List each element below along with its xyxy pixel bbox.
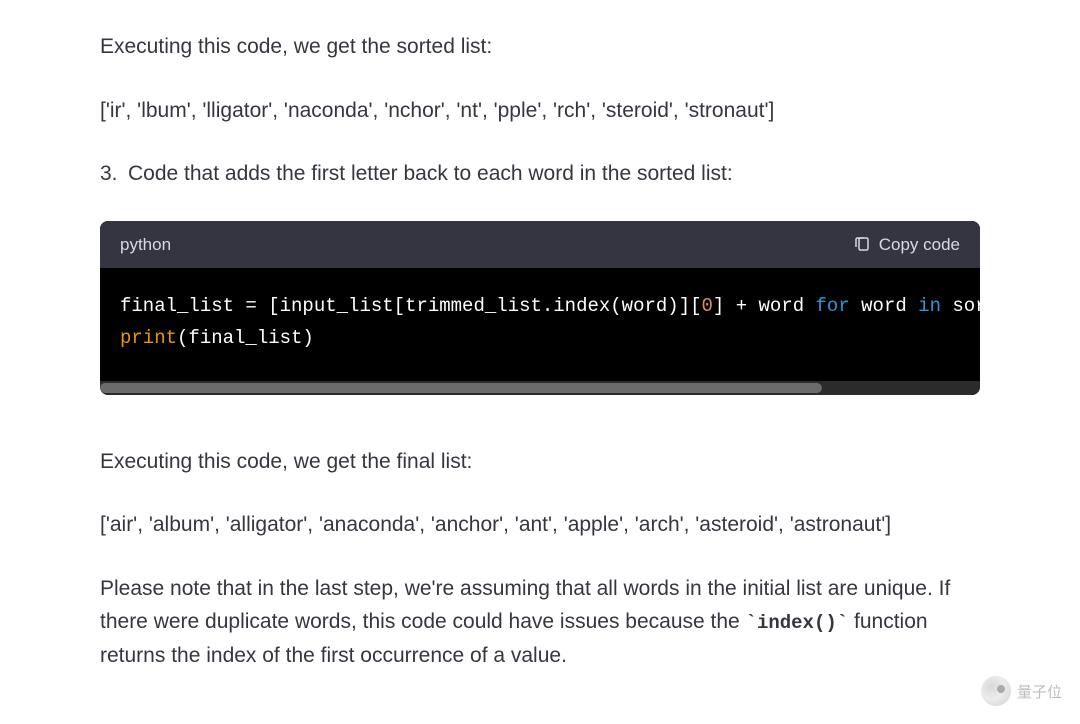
clipboard-icon bbox=[853, 235, 871, 253]
code-number: 0 bbox=[702, 295, 713, 317]
intro-text: Executing this code, we get the sorted l… bbox=[100, 30, 980, 64]
final-list-output: ['air', 'album', 'alligator', 'anaconda'… bbox=[100, 508, 980, 542]
code-keyword: in bbox=[918, 295, 941, 317]
article-content: Executing this code, we get the sorted l… bbox=[0, 0, 1080, 724]
after-code-text: Executing this code, we get the final li… bbox=[100, 445, 980, 479]
code-keyword: for bbox=[816, 295, 850, 317]
sorted-list-output: ['ir', 'lbum', 'lligator', 'naconda', 'n… bbox=[100, 94, 980, 128]
code-block: python Copy code final_list = [input_lis… bbox=[100, 221, 980, 395]
code-text: (final_list) bbox=[177, 327, 314, 349]
code-header: python Copy code bbox=[100, 221, 980, 268]
note-paragraph: Please note that in the last step, we're… bbox=[100, 572, 980, 673]
watermark-text: 量子位 bbox=[1017, 681, 1062, 702]
step-3: 3. Code that adds the first letter back … bbox=[100, 157, 980, 191]
horizontal-scrollbar[interactable] bbox=[100, 381, 980, 395]
code-language-label: python bbox=[120, 231, 171, 258]
code-body[interactable]: final_list = [input_list[trimmed_list.in… bbox=[100, 268, 980, 381]
step-description: Code that adds the first letter back to … bbox=[128, 157, 733, 191]
inline-code-index: `index()` bbox=[746, 612, 849, 634]
scrollbar-thumb[interactable] bbox=[100, 383, 822, 393]
code-function: print bbox=[120, 327, 177, 349]
copy-code-label: Copy code bbox=[879, 231, 960, 258]
watermark: 量子位 bbox=[981, 676, 1062, 706]
code-text: ] + word bbox=[713, 295, 816, 317]
watermark-logo-icon bbox=[981, 676, 1011, 706]
code-text: final_list = [input_list[trimmed_list.in… bbox=[120, 295, 702, 317]
code-text: word bbox=[850, 295, 918, 317]
copy-code-button[interactable]: Copy code bbox=[853, 231, 960, 258]
step-number: 3. bbox=[100, 157, 128, 191]
code-text: sor bbox=[941, 295, 980, 317]
